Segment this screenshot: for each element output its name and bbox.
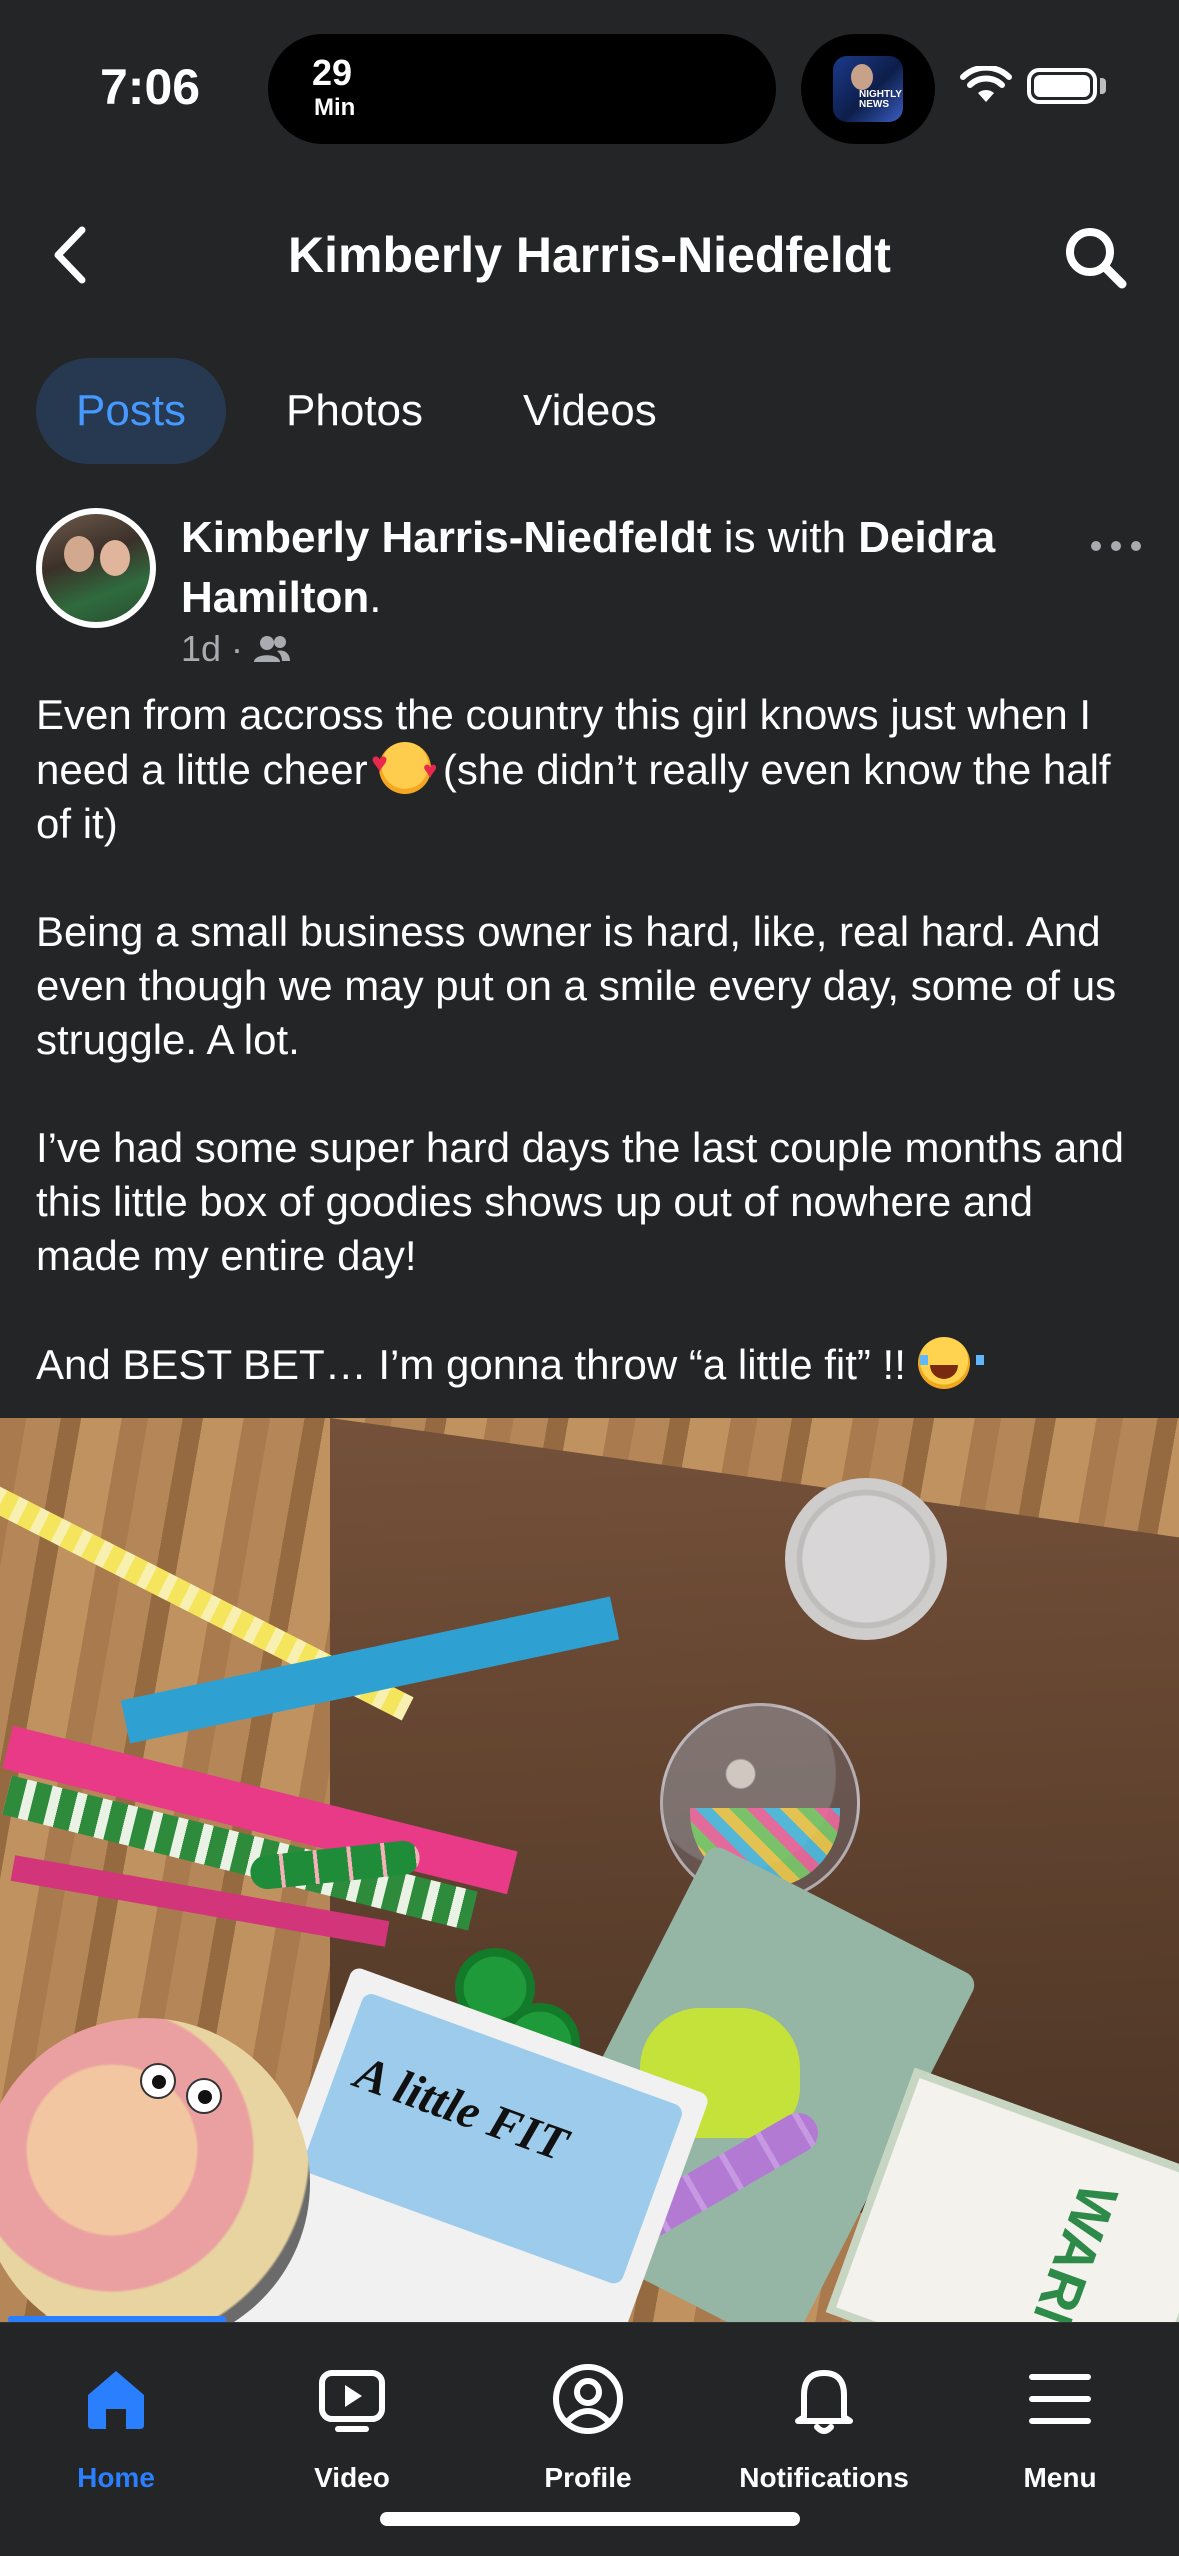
thumbnail-text: NIGHTLY NEWS [859, 89, 902, 110]
profile-tabs: Posts Photos Videos [36, 358, 717, 464]
avatar[interactable] [36, 508, 156, 628]
friends-icon [254, 636, 291, 662]
nav-label: Menu [1023, 2462, 1097, 2493]
home-icon [88, 2371, 144, 2429]
status-bar: 7:06 29 Min NIGHTLY NEWS [0, 0, 1179, 150]
nav-notifications[interactable]: Notifications [724, 2359, 924, 2494]
top-header: Kimberly Harris-Niedfeldt [0, 200, 1179, 310]
smiling-face-with-hearts-icon [371, 736, 437, 798]
nav-label: Profile [544, 2462, 632, 2493]
page-title: Kimberly Harris-Niedfeldt [288, 227, 891, 283]
nav-label: Video [314, 2462, 390, 2493]
dynamic-island-timer[interactable]: 29 Min [268, 34, 776, 144]
warning-card-text: WARNI [1007, 2175, 1131, 2323]
brand-seal-sticker [785, 1478, 947, 1640]
with-text: is with [711, 513, 859, 562]
battery-icon [1027, 68, 1097, 104]
post-author-line: Kimberly Harris-Niedfeldt is with Deidra… [181, 508, 1081, 628]
post-paragraph: Being a small business owner is hard, li… [36, 908, 1117, 1063]
tab-photos[interactable]: Photos [246, 358, 463, 464]
nav-label: Notifications [739, 2462, 909, 2493]
post-age[interactable]: 1d [181, 628, 221, 670]
face-with-tears-of-joy-icon [917, 1337, 984, 1389]
post-meta: 1d · [181, 628, 291, 670]
timer-unit: Min [314, 94, 356, 121]
post-text: Even from accross the country this girl … [36, 688, 1146, 1446]
googly-eye [186, 2078, 222, 2114]
nav-home[interactable]: Home [16, 2359, 216, 2494]
news-thumbnail: NIGHTLY NEWS [833, 56, 903, 122]
author-line-period: . [369, 573, 382, 622]
post-header: Kimberly Harris-Niedfeldt is with Deidra… [36, 508, 1146, 670]
profile-icon [553, 2364, 623, 2434]
post-paragraph: And BEST BET… I’m gonna throw “a little … [36, 1337, 1146, 1392]
timer-value: 29 [312, 52, 353, 93]
nav-label: Home [77, 2462, 155, 2493]
googly-eye [140, 2063, 176, 2099]
post-paragraph: I’ve had some super hard days the last c… [36, 1124, 1124, 1279]
meta-separator: · [231, 628, 244, 669]
author-name-link[interactable]: Kimberly Harris-Niedfeldt [181, 513, 712, 562]
nav-video[interactable]: Video [252, 2359, 452, 2494]
post-paragraph: Even from accross the country this girl … [36, 688, 1146, 851]
bell-icon [795, 2370, 853, 2434]
nav-profile[interactable]: Profile [488, 2359, 688, 2494]
home-indicator[interactable] [380, 2512, 800, 2526]
nav-menu[interactable]: Menu [960, 2359, 1160, 2494]
video-icon [319, 2370, 385, 2432]
dynamic-island-media[interactable]: NIGHTLY NEWS [801, 34, 935, 144]
tab-posts[interactable]: Posts [36, 358, 227, 464]
battery-cap [1100, 78, 1106, 94]
more-options-icon[interactable] [1086, 526, 1146, 566]
wifi-icon [960, 66, 1012, 102]
search-icon[interactable] [1060, 222, 1130, 292]
post-photo[interactable]: A little FIT WARNI [0, 1418, 1179, 2323]
tab-videos[interactable]: Videos [483, 358, 697, 464]
menu-icon [1029, 2374, 1091, 2424]
status-time: 7:06 [100, 59, 201, 115]
